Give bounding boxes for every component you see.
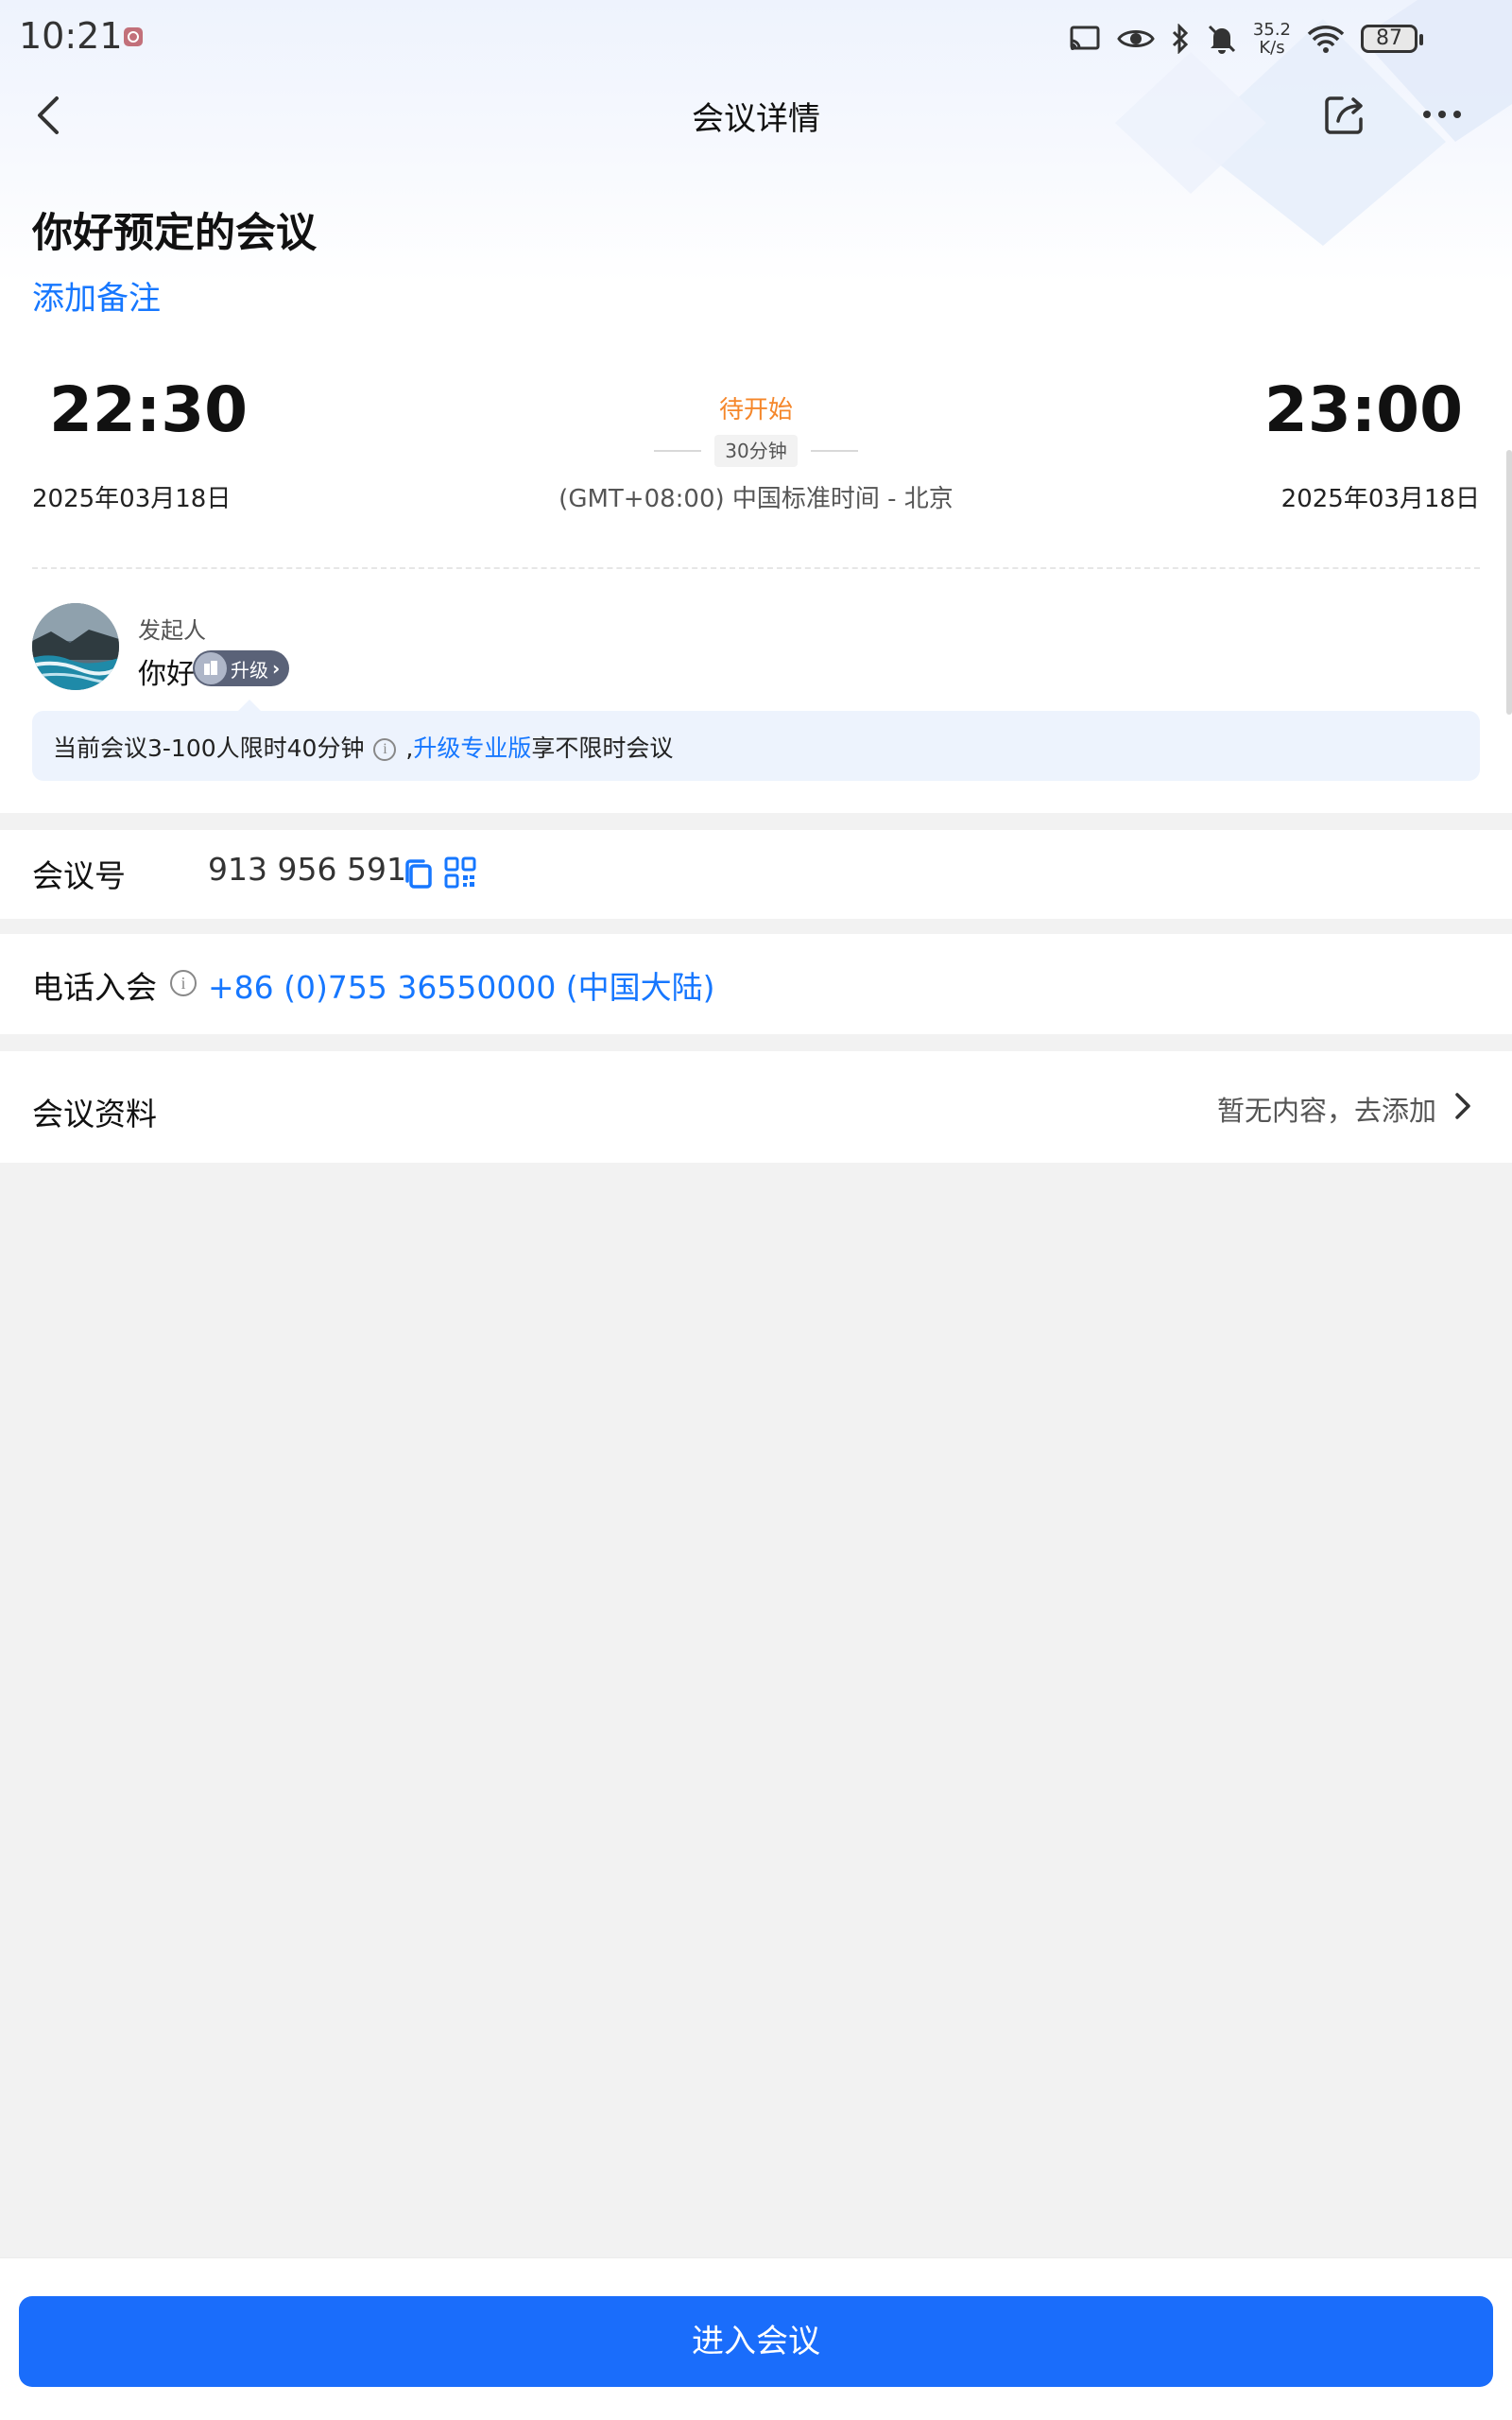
app-notification-icon (124, 27, 143, 46)
phone-join-row: 电话入会 i +86 (0)755 36550000 (中国大陆) (0, 934, 1512, 1034)
scroll-indicator[interactable] (1506, 450, 1512, 715)
meeting-title: 你好预定的会议 (32, 210, 317, 257)
network-speed: 35.2 K/s (1252, 20, 1291, 58)
duration-badge: 30分钟 (714, 435, 798, 467)
join-meeting-button[interactable]: 进入会议 (19, 2296, 1493, 2387)
upgrade-pro-link[interactable]: 升级专业版 (413, 735, 531, 762)
status-icons: 35.2 K/s 87 (1068, 17, 1423, 60)
battery-indicator: 87 (1361, 25, 1423, 53)
page-title: 会议详情 (692, 100, 820, 138)
duration-line-right (811, 450, 858, 452)
info-icon[interactable]: i (373, 738, 397, 761)
meeting-number-label: 会议号 (32, 857, 126, 894)
mute-bell-icon (1208, 25, 1235, 54)
timezone: (GMT+08:00) 中国标准时间 - 北京 (558, 485, 954, 513)
upgrade-label: 升级 (231, 658, 268, 682)
duration-line-left (654, 450, 701, 452)
time-limit-notice: 当前会议3-100人限时40分钟 i ,升级专业版享不限时会议 (32, 700, 1480, 781)
meeting-status: 待开始 (718, 396, 793, 424)
start-date: 2025年03月18日 (32, 485, 232, 513)
meeting-info-card: 10:21 35.2 K/s 87 会议详情 你好预定的会议 添加备注 22:3… (0, 0, 1512, 813)
qr-code-icon[interactable] (444, 856, 476, 889)
end-date: 2025年03月18日 (1280, 485, 1480, 513)
page: 10:21 35.2 K/s 87 会议详情 你好预定的会议 添加备注 22:3… (0, 0, 1512, 2420)
upgrade-badge[interactable]: 升级 › (193, 650, 290, 686)
account-level-icon (195, 652, 227, 684)
add-note-link[interactable]: 添加备注 (32, 272, 161, 319)
materials-status: 暂无内容，去添加 (1216, 1095, 1436, 1127)
chevron-right-icon: › (272, 657, 281, 680)
phone-join-label: 电话入会 (32, 969, 157, 1006)
host-avatar[interactable] (32, 603, 119, 690)
cast-icon (1070, 26, 1100, 50)
share-button[interactable] (1321, 91, 1368, 138)
status-bar: 10:21 35.2 K/s 87 (0, 0, 1512, 76)
materials-label: 会议资料 (32, 1096, 157, 1132)
back-button[interactable] (28, 91, 70, 140)
status-time: 10:21 (19, 15, 123, 57)
host-label: 发起人 (138, 617, 206, 644)
chevron-right-icon (1455, 1093, 1470, 1119)
info-icon[interactable]: i (170, 970, 197, 996)
end-time: 23:00 (1263, 373, 1463, 446)
phone-number-link[interactable]: +86 (0)755 36550000 (中国大陆) (208, 962, 715, 1008)
meeting-number-row: 会议号 913 956 591 (0, 830, 1512, 919)
copy-icon[interactable] (403, 856, 435, 890)
bluetooth-icon (1172, 24, 1189, 54)
wifi-icon (1307, 26, 1345, 53)
bottom-action-bar: 进入会议 (0, 2257, 1512, 2420)
meeting-number: 913 956 591 (208, 851, 406, 888)
start-time: 22:30 (49, 373, 249, 446)
divider (32, 567, 1480, 569)
host-name: 你好 (138, 658, 195, 691)
notice-text: 当前会议3-100人限时40分钟 i ,升级专业版享不限时会议 (53, 735, 674, 762)
eye-icon (1117, 30, 1155, 47)
more-options-button[interactable] (1418, 91, 1467, 138)
meeting-materials-row[interactable]: 会议资料 暂无内容，去添加 (0, 1051, 1512, 1163)
